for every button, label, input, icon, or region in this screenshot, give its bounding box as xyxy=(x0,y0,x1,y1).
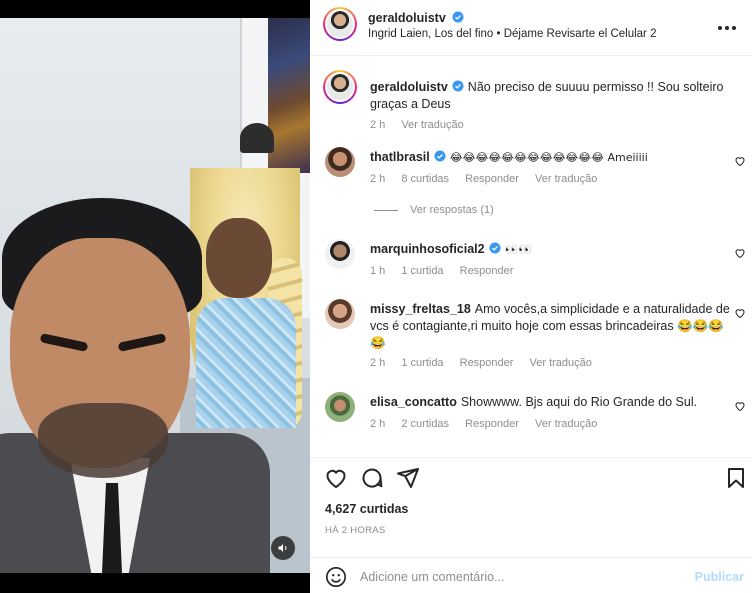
post-time: HÁ 2 HORAS xyxy=(325,525,386,536)
translate-link[interactable]: Ver tradução xyxy=(535,418,597,430)
avatar[interactable] xyxy=(325,299,355,329)
comment-icon[interactable] xyxy=(360,466,384,490)
volume-icon xyxy=(278,544,287,552)
translate-link[interactable]: Ver tradução xyxy=(401,119,463,131)
translate-link[interactable]: Ver tradução xyxy=(530,357,592,369)
translate-link[interactable]: Ver tradução xyxy=(535,173,597,185)
heart-icon[interactable] xyxy=(734,247,746,259)
comment-likes[interactable]: 8 curtidas xyxy=(401,173,449,185)
reply-button[interactable]: Responder xyxy=(460,265,514,277)
comment-username[interactable]: elisa_concatto xyxy=(370,395,457,409)
audio-track[interactable]: Ingrid Laien, Los del fino • Déjame Revi… xyxy=(368,28,656,40)
comments-list[interactable]: geraldoluistv Não preciso de suuuu permis… xyxy=(310,57,752,457)
person-in-suit xyxy=(0,198,270,573)
caption-username[interactable]: geraldoluistv xyxy=(370,80,448,94)
heart-icon[interactable] xyxy=(324,466,348,490)
verified-icon xyxy=(452,11,464,23)
publish-button[interactable]: Publicar xyxy=(695,570,744,584)
comment-time: 1 h xyxy=(370,265,386,277)
comment-text: Showwww. Bjs aqui do Rio Grande do Sul. xyxy=(460,395,698,409)
post-panel: geraldoluistv Ingrid Laien, Los del fino… xyxy=(310,0,752,593)
verified-icon xyxy=(434,150,446,162)
comment-text: 😂😂😂😂😂😂😂😂😂😂😂😂 Ameiiiii xyxy=(449,151,648,164)
wall-painting xyxy=(268,18,310,173)
avatar[interactable] xyxy=(325,239,355,269)
comment-time: 2 h xyxy=(370,357,386,369)
bookmark-icon[interactable] xyxy=(724,466,748,490)
likes-count[interactable]: 4,627 curtidas xyxy=(325,502,408,516)
avatar[interactable] xyxy=(325,147,355,177)
comment-time: 2 h xyxy=(370,418,386,430)
heart-icon[interactable] xyxy=(734,155,746,167)
comment-input[interactable] xyxy=(360,566,680,588)
reply-button[interactable]: Responder xyxy=(465,418,519,430)
comment-username[interactable]: marquinhosoficial2 xyxy=(370,242,485,256)
comment-username[interactable]: missy_freltas_18 xyxy=(370,302,471,316)
verified-icon xyxy=(452,80,464,92)
comment-composer: Publicar xyxy=(310,557,752,593)
avatar[interactable] xyxy=(325,392,355,422)
comment-likes[interactable]: 1 curtida xyxy=(401,357,443,369)
view-replies-button[interactable]: Ver respostas (1) xyxy=(374,204,494,216)
share-icon[interactable] xyxy=(396,466,420,490)
post-media[interactable] xyxy=(0,0,310,593)
comment-likes[interactable]: 2 curtidas xyxy=(401,418,449,430)
post-username[interactable]: geraldoluistv xyxy=(368,11,446,25)
video-frame xyxy=(0,18,310,573)
more-icon xyxy=(718,26,722,30)
more-options-button[interactable] xyxy=(718,20,738,36)
avatar[interactable] xyxy=(323,70,357,104)
heart-icon[interactable] xyxy=(734,400,746,412)
comment-username[interactable]: thatlbrasil xyxy=(370,150,430,164)
reply-button[interactable]: Responder xyxy=(465,173,519,185)
reply-button[interactable]: Responder xyxy=(460,357,514,369)
avatar[interactable] xyxy=(323,7,357,41)
caption-time: 2 h xyxy=(370,119,386,131)
heart-icon[interactable] xyxy=(734,307,746,319)
comment-text: 👀👀 xyxy=(504,243,533,256)
comment-likes[interactable]: 1 curtida xyxy=(401,265,443,277)
post-header: geraldoluistv Ingrid Laien, Los del fino… xyxy=(310,0,752,56)
mute-button[interactable] xyxy=(271,536,295,560)
comment-time: 2 h xyxy=(370,173,386,185)
action-bar xyxy=(310,457,752,497)
emoji-icon[interactable] xyxy=(325,566,347,588)
verified-icon xyxy=(489,242,501,254)
